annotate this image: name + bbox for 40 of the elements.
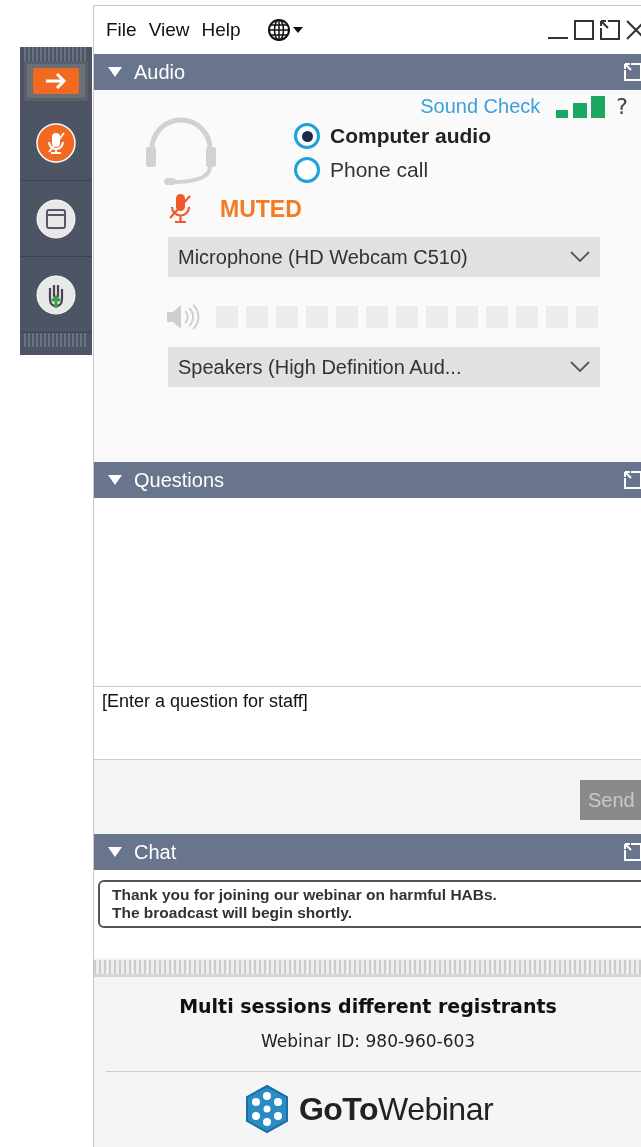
muted-mic-icon bbox=[36, 122, 76, 163]
speaker-icon bbox=[166, 303, 200, 331]
microphone-dropdown[interactable]: Microphone (HD Webcam C510) bbox=[168, 237, 600, 277]
menu-item[interactable]: File bbox=[106, 19, 137, 41]
window-icon bbox=[36, 198, 76, 239]
splitter-handle[interactable] bbox=[94, 960, 641, 977]
chevron-down-icon bbox=[570, 251, 590, 263]
audio-option-radio[interactable]: Phone call bbox=[294, 157, 491, 183]
close-icon[interactable] bbox=[626, 20, 641, 40]
arrow-toolbar-button[interactable] bbox=[24, 61, 88, 101]
signal-bars-icon bbox=[556, 95, 607, 118]
drag-handle[interactable] bbox=[24, 333, 88, 347]
webinar-title: Multi sessions different registrants bbox=[179, 995, 557, 1017]
globe-icon bbox=[266, 18, 291, 42]
radio-button[interactable] bbox=[294, 157, 320, 183]
muted-status: MUTED bbox=[220, 195, 302, 223]
drag-handle[interactable] bbox=[24, 47, 88, 61]
panel-title: Questions bbox=[134, 468, 225, 492]
help-link[interactable]: ? bbox=[616, 94, 628, 119]
chat-message-line: Thank you for joining our webinar on harmful HABs. bbox=[112, 886, 498, 904]
audio-option-radio[interactable]: Computer audio bbox=[294, 123, 491, 149]
headset-icon bbox=[144, 115, 218, 187]
panel-header[interactable]: Questions bbox=[94, 462, 641, 498]
brand-name: GoToWebinar bbox=[298, 1090, 494, 1128]
speakers-dropdown[interactable]: Speakers (High Definition Aud... bbox=[168, 347, 600, 387]
hand-icon bbox=[36, 274, 76, 315]
popout-icon[interactable] bbox=[600, 20, 620, 40]
question-input[interactable]: [Enter a question for staff] bbox=[94, 686, 641, 760]
menu-item[interactable]: Help bbox=[201, 19, 241, 41]
panel-title: Audio bbox=[134, 60, 186, 84]
webinar-id: Webinar ID: 980-960-603 bbox=[260, 1031, 476, 1051]
radio-button[interactable] bbox=[294, 123, 320, 149]
maximize-icon[interactable] bbox=[574, 20, 594, 40]
menu-item[interactable]: View bbox=[148, 19, 190, 41]
chat-message-line: The broadcast will begin shortly. bbox=[112, 904, 353, 922]
chevron-down-icon bbox=[570, 361, 590, 373]
caret-icon bbox=[292, 27, 303, 33]
panel-title: Chat bbox=[134, 840, 177, 864]
panel-header[interactable]: Chat bbox=[94, 834, 641, 870]
panel-header[interactable]: Audio bbox=[94, 54, 641, 90]
